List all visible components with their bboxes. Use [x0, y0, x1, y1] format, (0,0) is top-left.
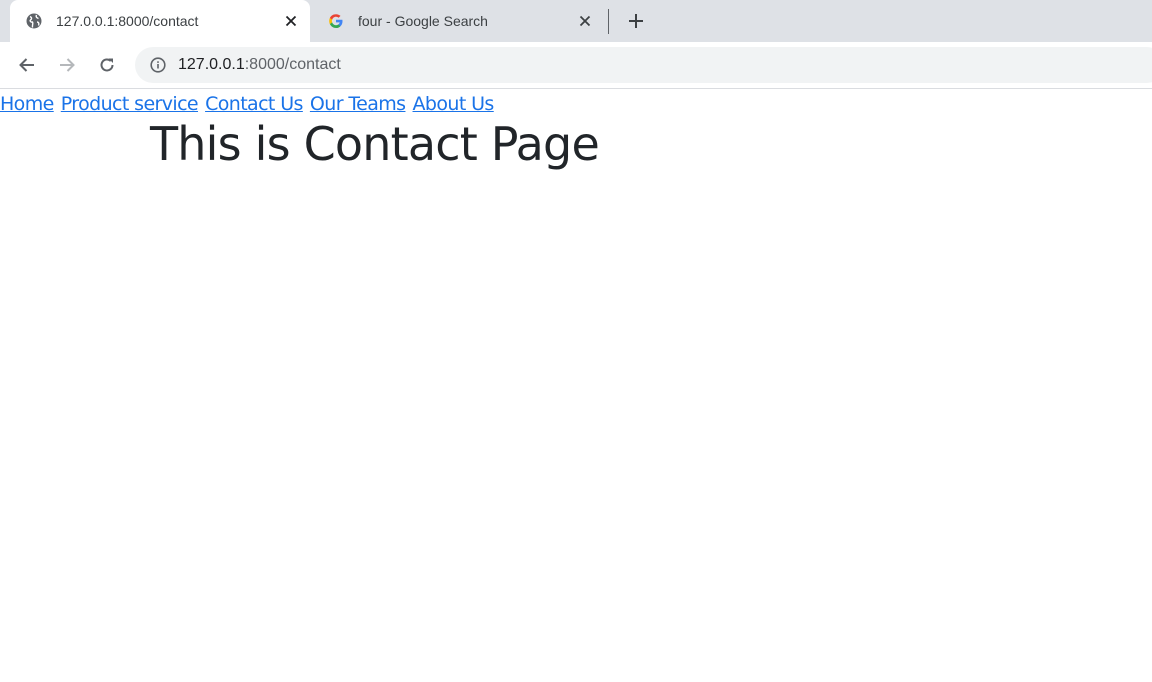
arrow-right-icon — [60, 58, 75, 72]
url-path: :8000/contact — [244, 56, 341, 73]
new-tab-button[interactable] — [623, 8, 649, 34]
plus-icon — [629, 14, 643, 28]
tab-strip: 127.0.0.1:8000/contact four - Google Sea… — [0, 0, 1152, 42]
address-url: 127.0.0.1:8000/contact — [178, 56, 341, 74]
page-heading: This is Contact Page — [150, 117, 600, 171]
site-nav: Home Product service Contact Us Our Team… — [0, 93, 495, 115]
tab-contact[interactable]: 127.0.0.1:8000/contact — [10, 0, 310, 42]
browser-toolbar: 127.0.0.1:8000/contact — [0, 42, 1152, 88]
nav-link-about[interactable]: About Us — [413, 93, 495, 115]
reload-icon — [100, 58, 114, 72]
info-icon[interactable] — [149, 56, 167, 74]
page-content: Home Product service Contact Us Our Team… — [0, 89, 1152, 682]
url-host: 127.0.0.1 — [178, 56, 245, 73]
nav-link-product-service[interactable]: Product service — [61, 93, 199, 115]
google-icon — [327, 12, 345, 30]
arrow-left-icon — [19, 58, 34, 72]
forward-button[interactable] — [52, 50, 82, 80]
nav-link-teams[interactable]: Our Teams — [310, 93, 406, 115]
tab-title: 127.0.0.1:8000/contact — [56, 13, 199, 29]
nav-link-contact[interactable]: Contact Us — [205, 93, 303, 115]
tab-title: four - Google Search — [358, 13, 488, 29]
close-tab-icon[interactable] — [280, 10, 302, 32]
back-button[interactable] — [12, 50, 42, 80]
close-tab-icon[interactable] — [574, 10, 596, 32]
address-bar[interactable]: 127.0.0.1:8000/contact — [135, 47, 1152, 83]
globe-icon — [25, 12, 43, 30]
tab-google-search[interactable]: four - Google Search — [312, 0, 604, 42]
nav-link-home[interactable]: Home — [0, 93, 54, 115]
tab-separator — [608, 9, 609, 34]
reload-button[interactable] — [92, 50, 122, 80]
